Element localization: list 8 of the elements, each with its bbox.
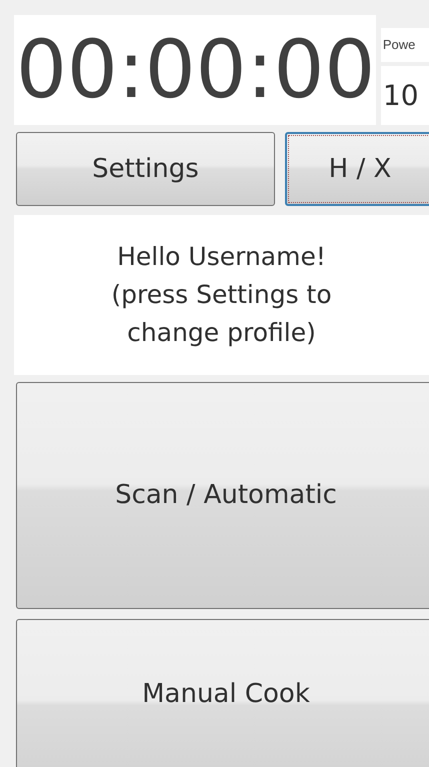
settings-button[interactable]: Settings <box>16 132 275 206</box>
timer-display: 00:00:00 <box>15 30 376 110</box>
manual-cook-button[interactable]: Manual Cook <box>16 619 429 767</box>
mode-toggle-button[interactable]: H / X <box>285 132 429 206</box>
scan-button[interactable]: Scan / Automatic <box>16 382 429 609</box>
greeting-text: Hello Username! (press Settings to change profile) <box>14 215 429 375</box>
power-label: Powe <box>382 36 416 54</box>
power-field[interactable]: 10 <box>380 66 429 125</box>
